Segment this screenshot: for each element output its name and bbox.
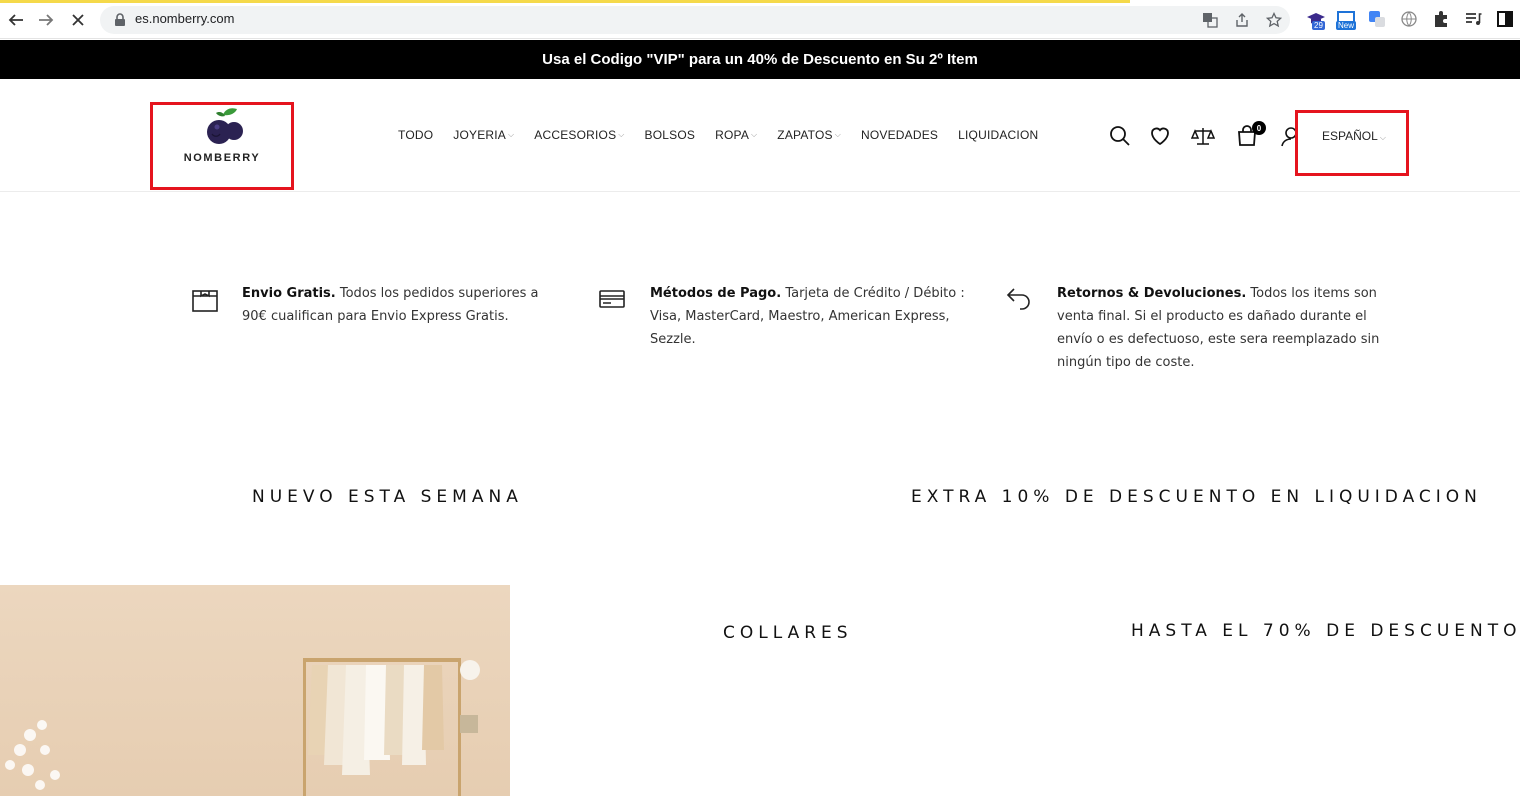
extension-count-badge: 29 [1312,21,1325,30]
media-button[interactable] [1464,10,1484,30]
translate-extension-icon[interactable] [1368,10,1388,30]
chevron-down-icon: ⌵ [751,130,758,139]
blueberry-logo-icon [207,108,243,144]
nav-item-novedades[interactable]: NOVEDADES [861,128,938,142]
logo-link[interactable]: NOMBERRY [150,102,294,190]
puzzle-icon [1435,11,1447,27]
feature-free-shipping: Envio Gratis. Todos los pedidos superior… [242,282,552,328]
close-icon [72,14,84,26]
nav-label: ROPA [715,128,750,142]
hero-clothing-rack-image[interactable] [0,585,510,796]
share-icon[interactable] [1234,12,1250,28]
search-icon[interactable] [1108,124,1132,148]
nav-item-accesorios[interactable]: ACCESORIOS ⌵ [534,128,624,142]
nav-item-zapatos[interactable]: ZAPATOS ⌵ [777,128,841,142]
lock-icon [115,13,125,26]
heading-new-this-week[interactable]: NUEVO ESTA SEMANA [252,487,523,507]
forward-arrow-icon [39,14,54,26]
graduation-extension-icon[interactable]: 29 [1306,10,1326,30]
nav-label: ZAPATOS [777,128,833,142]
playlist-icon [1466,13,1482,25]
chevron-down-icon: ⌵ [834,130,841,139]
chevron-down-icon: ⌵ [1379,133,1386,142]
side-panel-button[interactable] [1496,10,1516,30]
return-arrow-icon [1006,288,1030,310]
promo-banner: Usa el Codigo "VIP" para un 40% de Descu… [0,40,1520,79]
cart-count-badge: 0 [1252,121,1266,135]
nav-item-joyeria[interactable]: JOYERIA ⌵ [453,128,514,142]
globe-icon [1401,11,1417,27]
nav-label: ACCESORIOS [534,128,617,142]
logo-text: NOMBERRY [183,152,261,164]
language-label: ESPAÑOL ⌵ [1322,129,1386,143]
promo-text: Usa el Codigo "VIP" para un 40% de Descu… [542,51,978,68]
address-bar[interactable]: es.nomberry.com [100,6,1290,34]
nav-label: JOYERIA [453,128,506,142]
main-navigation: TODO JOYERIA ⌵ ACCESORIOS ⌵ BOLSOS ROPA ⌵ Z… [398,128,1058,142]
globe-extension-icon[interactable] [1400,10,1420,30]
translate-icon[interactable] [1202,12,1218,28]
site-header: NOMBERRY TODO JOYERIA ⌵ ACCESORIOS ⌵ BOLSO… [0,79,1520,192]
nav-label: TODO [398,128,434,142]
chevron-down-icon: ⌵ [508,130,515,139]
nav-item-bolsos[interactable]: BOLSOS [645,128,696,142]
nav-label: BOLSOS [644,128,696,142]
nav-label: LIQUIDACION [958,128,1039,142]
page-loading-bar [0,0,1130,3]
back-button[interactable] [4,8,28,32]
feature-payment-methods: Métodos de Pago. Tarjeta de Crédito / Dé… [650,282,980,351]
nav-item-todo[interactable]: TODO [398,128,433,142]
language-value: ESPAÑOL [1322,129,1378,143]
stop-loading-button[interactable] [66,8,90,32]
language-selector[interactable]: ESPAÑOL ⌵ [1295,110,1409,176]
url-text: es.nomberry.com [135,11,235,26]
bookmark-star-icon[interactable] [1266,12,1282,28]
news-extension-icon[interactable]: New [1336,10,1357,30]
feature-title: Métodos de Pago. [650,286,782,301]
compare-scale-icon[interactable] [1191,124,1215,148]
heading-extra-discount[interactable]: EXTRA 10% DE DESCUENTO EN LIQUIDACION [911,487,1482,507]
nav-item-ropa[interactable]: ROPA ⌵ [715,128,757,142]
side-panel-icon [1497,11,1513,27]
extensions-button[interactable] [1432,10,1452,30]
nav-label: NOVEDADES [860,128,939,142]
back-arrow-icon [8,14,23,26]
box-icon [192,290,218,312]
forward-button[interactable] [34,8,58,32]
feature-title: Retornos & Devoluciones. [1057,286,1247,301]
clothing-rack-illustration [5,658,480,796]
nav-item-liquidacion[interactable]: LIQUIDACION [958,128,1038,142]
google-translate-icon [1369,11,1385,27]
heading-up-to-discount[interactable]: HASTA EL 70% DE DESCUENTO [1131,621,1520,641]
feature-returns: Retornos & Devoluciones. Todos los items… [1057,282,1387,374]
extension-new-badge: New [1336,21,1357,30]
chevron-down-icon: ⌵ [618,130,625,139]
browser-toolbar: es.nomberry.com 29 New [0,0,1520,39]
credit-card-icon [599,290,625,308]
wishlist-heart-icon[interactable] [1148,124,1172,148]
heading-necklaces[interactable]: COLLARES [723,623,853,643]
feature-title: Envio Gratis. [242,286,336,301]
